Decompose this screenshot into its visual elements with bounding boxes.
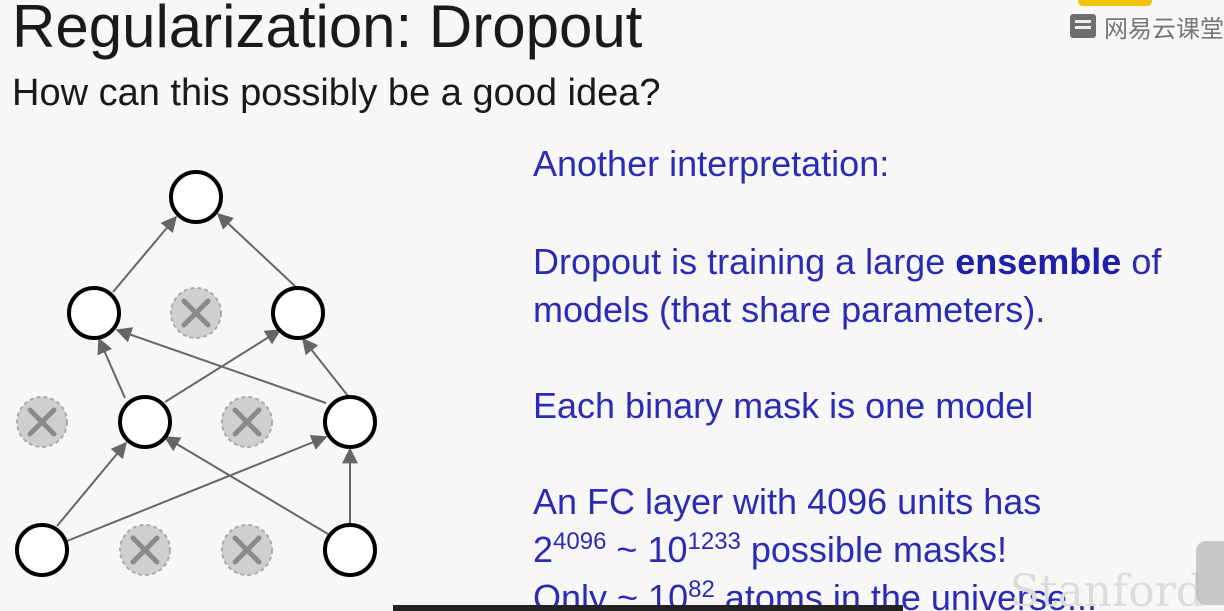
status-pill [1078,0,1152,6]
edge [66,434,328,542]
text-fragment: of [1121,241,1162,282]
slide: Regularization: Dropout How can this pos… [0,0,1224,611]
watermark: 网易云课堂 [1070,6,1224,46]
active-node [15,523,69,577]
text-line: An FC layer with 4096 units has [533,481,1042,522]
text-fragment: 2 [533,529,554,570]
dropped-node [170,287,222,339]
text-line: models (that share parameters). [533,289,1046,330]
dropout-network-diagram [15,170,377,577]
edges [56,212,358,542]
interpretation-heading: Another interpretation: [533,140,889,188]
superscript: 82 [688,576,715,603]
ensemble-statement: Dropout is training a large ensemble of … [533,238,1161,334]
text-line: Another interpretation: [533,143,890,184]
superscript: 4096 [553,528,607,555]
edge [115,327,327,404]
text-line: Dropout is training a large ensemble of [533,238,1161,286]
text-line: Each binary mask is one model [533,385,1034,426]
text-fragment: Dropout is training a large [533,241,956,282]
active-node [271,286,325,340]
edge [302,337,349,397]
dropped-node [16,396,68,448]
book-icon [1070,14,1096,38]
slide-title: Regularization: Dropout [12,0,643,60]
active-nodes [15,170,377,577]
edge [216,212,297,288]
mask-statement: Each binary mask is one model [533,382,1033,430]
edge [97,337,126,399]
stanford-watermark: Stanford [1009,566,1204,611]
edge [163,436,329,535]
side-logo [1196,541,1224,605]
superscript: 1233 [687,528,741,555]
edge [56,441,128,527]
edge [112,215,178,293]
slide-subtitle: How can this possibly be a good idea? [12,72,661,114]
active-node [118,395,172,449]
dropped-node [221,524,273,576]
dropped-node [221,396,273,448]
active-node [323,523,377,577]
dropped-node [119,524,171,576]
text-fragment: possible masks! [740,529,1007,570]
text-fragment: ~ 10 [606,529,688,570]
active-node [169,170,223,224]
bold-term: ensemble [955,241,1122,282]
caption-bar [393,605,903,611]
watermark-label: 网易云课堂 [1104,14,1224,43]
active-node [323,395,377,449]
active-node [67,286,121,340]
